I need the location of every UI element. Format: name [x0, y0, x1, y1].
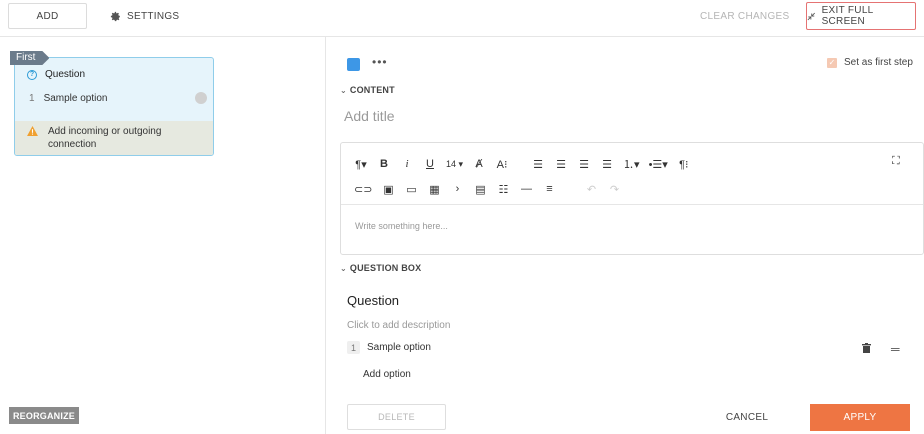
option-number: 1 — [347, 341, 360, 354]
node-option-number: 1 — [29, 93, 35, 104]
unordered-list-icon[interactable]: •☰▾ — [649, 155, 668, 173]
checkbox-icon: ✓ — [827, 57, 837, 68]
ordered-list-icon[interactable]: ⒈▾ — [623, 155, 640, 173]
add-option-button[interactable]: Add option — [363, 369, 411, 380]
clear-changes-button[interactable]: CLEAR CHANGES — [700, 3, 789, 29]
underline-icon[interactable]: U — [423, 155, 437, 173]
question-mark-icon: ? — [27, 69, 37, 80]
collapse-icon — [807, 12, 816, 20]
question-title[interactable]: Question — [347, 293, 399, 308]
align-center-icon[interactable]: ☰ — [554, 155, 568, 173]
node-option-label: Sample option — [43, 93, 108, 104]
title-input[interactable]: Add title — [344, 108, 395, 124]
font-size-select[interactable]: 14 ▾ — [446, 155, 463, 173]
node-question-row: ? Question — [27, 69, 85, 80]
formatting-toolbar-row-2: ⊂⊃ ▣ ▭ ▦ › ▤ ☷ — ≡ ↶ ↷ — [354, 177, 630, 201]
rich-text-editor: ¶▾ B i U 14 ▾ Ⱥ A⁝ ☰ ☰ ☰ ☰ ⒈▾ •☰▾ ¶⁝ ⛶ ⊂… — [340, 142, 924, 255]
question-option[interactable]: 1 Sample option — [347, 341, 431, 354]
text-block-icon[interactable]: ≡ — [542, 180, 556, 198]
paragraph-format-icon[interactable]: ¶▾ — [354, 155, 368, 173]
step-editor: ••• ✓ Set as first step ⌄ CONTENT Add ti… — [327, 37, 924, 434]
font-size-value: 14 — [446, 159, 457, 169]
undo-icon[interactable]: ↶ — [584, 180, 598, 198]
reorganize-button[interactable]: REORGANIZE — [9, 407, 79, 424]
video-icon[interactable]: ▭ — [404, 180, 418, 198]
question-node[interactable]: ? Question 1 Sample option Add incoming … — [14, 57, 214, 156]
node-option-row: 1 Sample option — [29, 93, 108, 104]
cancel-button[interactable]: CANCEL — [707, 404, 787, 430]
fullscreen-icon[interactable]: ⛶ — [892, 155, 900, 168]
align-right-icon[interactable]: ☰ — [577, 155, 591, 173]
question-box-title: QUESTION BOX — [349, 263, 422, 273]
editor-divider — [341, 204, 923, 205]
drag-handle-icon[interactable]: ═ — [891, 342, 900, 356]
file-icon[interactable]: ▤ — [473, 180, 487, 198]
delete-button[interactable]: DELETE — [347, 404, 446, 430]
exit-fullscreen-button[interactable]: EXIT FULL SCREEN — [806, 2, 916, 30]
formatting-toolbar-row-1: ¶▾ B i U 14 ▾ Ⱥ A⁝ ☰ ☰ ☰ ☰ ⒈▾ •☰▾ ¶⁝ — [354, 152, 700, 176]
first-step-label: Set as first step — [844, 57, 913, 68]
add-button[interactable]: ADD — [8, 3, 87, 29]
question-box-toggle[interactable]: ⌄ QUESTION BOX — [340, 263, 421, 273]
node-question-label: Question — [45, 69, 86, 80]
content-section-toggle[interactable]: ⌄ CONTENT — [340, 85, 395, 95]
horizontal-rule-icon[interactable]: — — [519, 180, 533, 198]
image-icon[interactable]: ▣ — [381, 180, 395, 198]
table-icon[interactable]: ▦ — [427, 180, 441, 198]
checklist-icon[interactable]: ☷ — [496, 180, 510, 198]
link-icon[interactable]: ⊂⊃ — [354, 180, 372, 198]
trash-icon[interactable] — [862, 343, 871, 353]
flow-canvas[interactable]: First ? Question 1 Sample option Add inc… — [0, 37, 326, 434]
apply-button[interactable]: APPLY — [810, 404, 910, 431]
italic-icon[interactable]: i — [400, 155, 414, 173]
gear-icon — [110, 11, 120, 21]
node-warning: Add incoming or outgoing connection — [15, 121, 213, 155]
node-warning-text: Add incoming or outgoing connection — [48, 126, 162, 150]
content-section-title: CONTENT — [349, 85, 395, 95]
top-toolbar: ADD SETTINGS CLEAR CHANGES EXIT FULL SCR… — [0, 0, 924, 37]
color-picker[interactable] — [347, 58, 360, 71]
redo-icon[interactable]: ↷ — [607, 180, 621, 198]
first-step-checkbox[interactable]: ✓ Set as first step — [827, 57, 913, 68]
option-label: Sample option — [367, 342, 431, 353]
body-editor[interactable]: Write something here... — [355, 221, 448, 231]
bold-icon[interactable]: B — [377, 155, 391, 173]
chevron-down-icon: ⌄ — [340, 263, 347, 273]
question-description[interactable]: Click to add description — [347, 320, 450, 331]
exit-fullscreen-label: EXIT FULL SCREEN — [821, 5, 874, 27]
more-options-icon[interactable]: ••• — [372, 55, 388, 69]
align-left-icon[interactable]: ☰ — [531, 155, 545, 173]
settings-label: SETTINGS — [127, 10, 180, 22]
align-justify-icon[interactable]: ☰ — [600, 155, 614, 173]
connection-handle[interactable] — [195, 92, 207, 104]
first-step-tag: First — [10, 51, 50, 65]
warning-icon — [27, 126, 38, 136]
chevron-right-icon[interactable]: › — [450, 180, 464, 198]
settings-button[interactable]: SETTINGS — [110, 3, 179, 29]
paragraph-style-icon[interactable]: ¶⁝ — [677, 155, 691, 173]
chevron-down-icon: ⌄ — [340, 85, 347, 95]
font-options-icon[interactable]: A⁝ — [495, 155, 509, 173]
clear-formatting-icon[interactable]: Ⱥ — [472, 155, 486, 173]
